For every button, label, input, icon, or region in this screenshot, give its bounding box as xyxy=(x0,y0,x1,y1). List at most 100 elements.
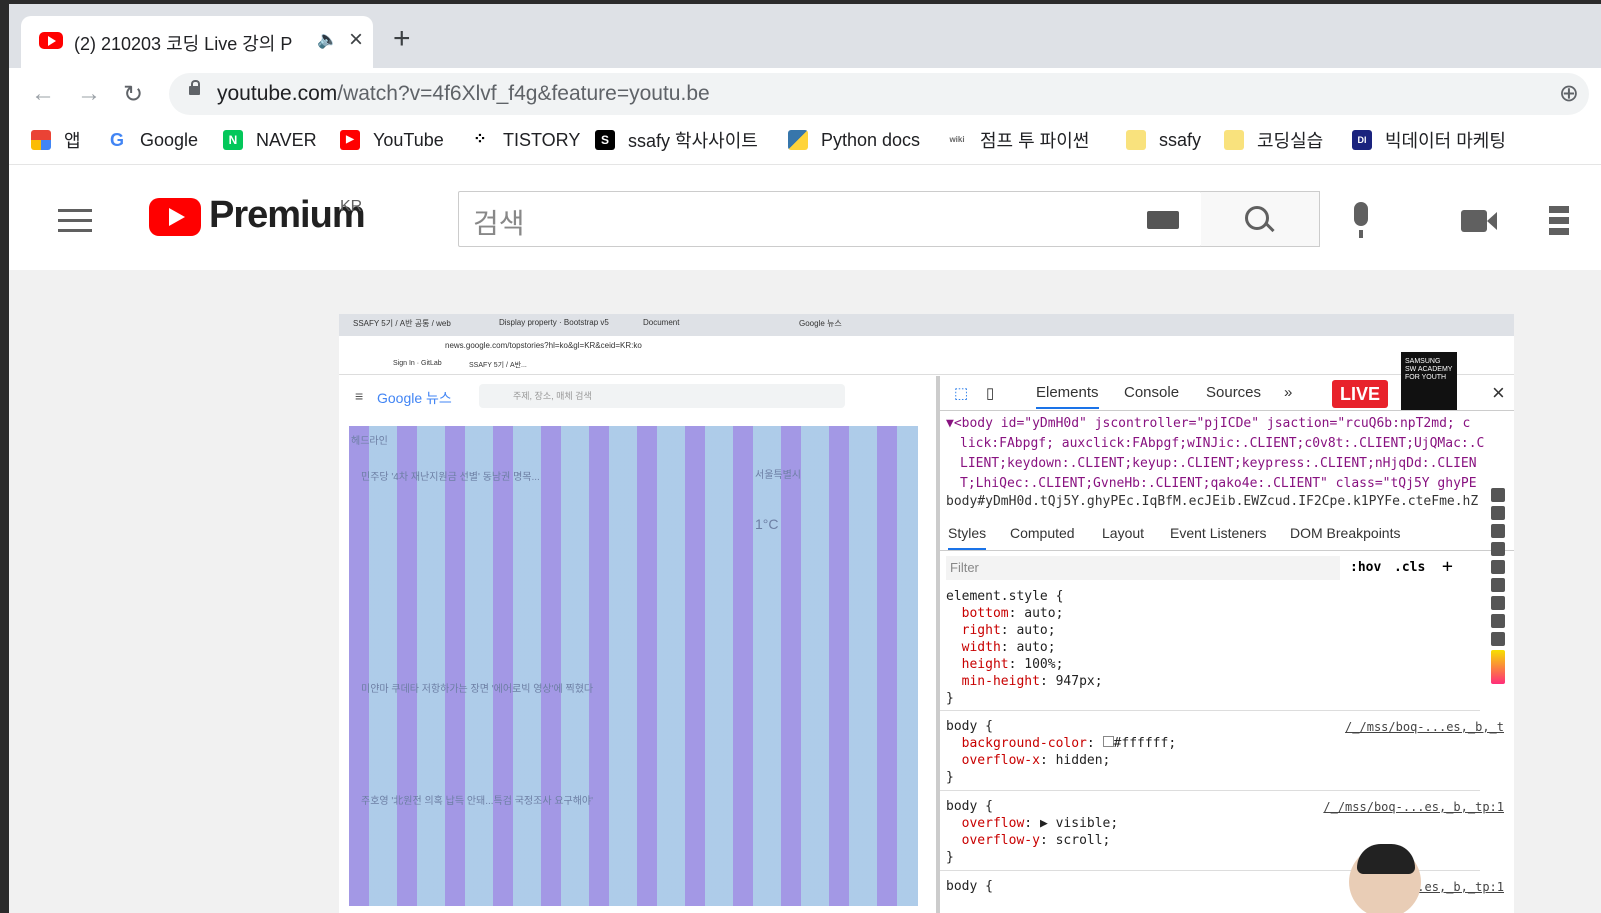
dom-line[interactable]: ▼<body id="yDmH0d" jscontroller="pjICDe"… xyxy=(946,414,1506,434)
video-player[interactable]: SSAFY 5기 / A반 공통 / web Display property … xyxy=(339,314,1514,913)
css-source-link[interactable]: /_/mss/boq-...es,_b,_tp:1 xyxy=(1323,800,1504,814)
pen-tool-icon[interactable] xyxy=(1491,488,1505,502)
tab-elements[interactable]: Elements xyxy=(1036,384,1099,409)
url-text[interactable]: youtube.com/watch?v=4f6Xlvf_f4g&feature=… xyxy=(217,82,710,106)
css-value: ▶ visible; xyxy=(1039,816,1119,831)
dom-line[interactable]: LIENT;keydown:.CLIENT;keyup:.CLIENT;keyp… xyxy=(946,454,1506,474)
css-value: hidden; xyxy=(1055,753,1111,768)
css-selector: body { xyxy=(946,719,993,734)
dom-line[interactable]: lick:FAbpgf; auxclick:FAbpgf;wINJic:.CLI… xyxy=(946,434,1506,454)
bookmark-apps[interactable]: 앱 xyxy=(31,126,81,154)
inner-tab: Document xyxy=(643,318,680,327)
undo-icon[interactable] xyxy=(1491,578,1505,592)
apps-icon[interactable] xyxy=(1549,206,1569,236)
bookmark-ssafy-haksa[interactable]: Sssafy 학사사이트 xyxy=(595,126,758,154)
forward-icon[interactable]: → xyxy=(77,80,101,108)
install-icon[interactable]: ⊕ xyxy=(1559,79,1579,108)
css-source-link[interactable]: /_/mss/boq-...es,_b,_t xyxy=(1345,720,1504,734)
active-tab[interactable]: (2) 210203 코딩 Live 강의 P 🔈 × xyxy=(21,16,373,68)
bookmark-label: ssafy 학사사이트 xyxy=(628,131,758,151)
dom-line[interactable]: T;LhiQec:.CLIENT;GvneHb:.CLIENT;qako4e:.… xyxy=(946,474,1506,494)
add-rule-icon[interactable]: + xyxy=(1442,556,1453,577)
bigdata-icon: DI xyxy=(1352,130,1372,150)
eraser-icon[interactable] xyxy=(1491,560,1505,574)
bookmark-label: TISTORY xyxy=(503,129,581,150)
youtube-icon: ▶ xyxy=(340,130,360,150)
speaker-icon[interactable]: 🔈 xyxy=(317,30,338,50)
tab-console[interactable]: Console xyxy=(1124,384,1179,401)
cursor-tool-icon[interactable] xyxy=(1491,506,1505,520)
bookmark-bigdata[interactable]: DI 빅데이터 마케팅 xyxy=(1352,126,1506,154)
youtube-logo-icon[interactable] xyxy=(149,198,201,236)
gnews-header: ≡ Google 뉴스 주제, 장소, 매체 검색 xyxy=(339,376,936,418)
bookmark-label: Google xyxy=(140,129,199,150)
bookmark-youtube[interactable]: ▶ YouTube xyxy=(340,126,444,154)
country-code: KR xyxy=(340,198,363,215)
css-prop: overflow-x xyxy=(961,753,1040,768)
bookmark-label: 빅데이터 마케팅 xyxy=(1385,131,1506,151)
reload-icon[interactable]: ↻ xyxy=(123,80,143,109)
css-prop: bottom xyxy=(961,606,1009,621)
gnews-menu-icon: ≡ xyxy=(355,388,364,404)
close-devtools-icon[interactable]: × xyxy=(1492,380,1505,406)
css-prop: overflow-y xyxy=(961,833,1040,848)
search-input[interactable]: 검색 xyxy=(458,191,1202,247)
tab-strip: (2) 210203 코딩 Live 강의 P 🔈 × + xyxy=(9,4,1601,68)
device-icon[interactable]: ▯ xyxy=(986,384,994,402)
address-bar[interactable]: youtube.com/watch?v=4f6Xlvf_f4g&feature=… xyxy=(169,73,1589,115)
tab-event-listeners[interactable]: Event Listeners xyxy=(1170,525,1267,541)
samsung-badge: SAMSUNG SW ACADEMY FOR YOUTH xyxy=(1401,352,1457,410)
gnews-headline: 미얀마 쿠데타 저항하가는 장면 '에어로빅 영상'에 찍혔다 xyxy=(361,684,594,695)
breadcrumb-text: body#yDmH0d.tQj5Y.ghyPEc.IqBfM.ecJEib.EW… xyxy=(946,494,1479,509)
inner-bookmark: Sign In · GitLab xyxy=(393,360,442,367)
apps-grid-icon xyxy=(31,130,51,150)
inner-tab: SSAFY 5기 / A반 공통 / web xyxy=(353,319,451,328)
tab-sources[interactable]: Sources xyxy=(1206,384,1261,401)
hov-toggle[interactable]: :hov xyxy=(1350,560,1381,575)
css-rule[interactable]: element.style { bottom: auto; right: aut… xyxy=(946,588,1103,707)
highlighter-icon[interactable] xyxy=(1491,524,1505,538)
google-icon: G xyxy=(107,130,127,150)
tab-computed[interactable]: Computed xyxy=(1010,525,1075,541)
color-swatch[interactable] xyxy=(1102,736,1114,747)
capture-icon[interactable] xyxy=(1491,614,1505,628)
close-tab-icon[interactable]: × xyxy=(349,26,363,54)
css-rule[interactable]: body { xyxy=(946,878,993,895)
inner-tab: Display property · Bootstrap v5 xyxy=(499,318,609,327)
folder-icon xyxy=(1126,130,1146,150)
css-rule[interactable]: body { background-color: #ffffff; overfl… xyxy=(946,718,1176,786)
more-tabs-icon[interactable]: » xyxy=(1284,384,1292,401)
bookmark-python-docs[interactable]: Python docs xyxy=(788,126,920,154)
dom-breadcrumb[interactable]: body#yDmH0d.tQj5Y.ghyPEc.IqBfM.ecJEib.EW… xyxy=(940,494,1514,516)
trash-icon[interactable] xyxy=(1491,596,1505,610)
bookmark-tistory[interactable]: ⁘ TISTORY xyxy=(470,126,580,154)
inspect-icon[interactable]: ⬚ xyxy=(954,384,968,402)
back-icon[interactable]: ← xyxy=(31,80,55,108)
inner-address-bar: news.google.com/topstories?hl=ko&gl=KR&c… xyxy=(339,336,1514,356)
copy-icon[interactable] xyxy=(1491,632,1505,646)
bookmark-folder-ssafy[interactable]: ssafy xyxy=(1126,126,1201,154)
bookmark-label: Python docs xyxy=(821,129,921,150)
cls-toggle[interactable]: .cls xyxy=(1394,560,1425,575)
bookmark-naver[interactable]: N NAVER xyxy=(223,126,317,154)
css-rule[interactable]: body { overflow: ▶ visible; overflow-y: … xyxy=(946,798,1118,866)
tab-dom-breakpoints[interactable]: DOM Breakpoints xyxy=(1290,525,1400,541)
styles-filter-input[interactable]: Filter xyxy=(946,556,1340,580)
color-palette-icon[interactable] xyxy=(1491,650,1505,684)
bookmark-google[interactable]: G Google xyxy=(107,126,198,154)
menu-icon[interactable] xyxy=(58,209,92,239)
lock-icon[interactable] xyxy=(189,80,200,95)
new-tab-icon[interactable]: + xyxy=(393,24,411,54)
tab-layout[interactable]: Layout xyxy=(1102,525,1144,541)
create-video-icon[interactable] xyxy=(1461,210,1497,232)
bookmark-folder-coding[interactable]: 코딩실습 xyxy=(1224,126,1323,154)
search-button[interactable] xyxy=(1201,191,1320,247)
rule-divider xyxy=(940,790,1480,791)
line-tool-icon[interactable] xyxy=(1491,542,1505,556)
gnews-section: 헤드라인 xyxy=(351,436,388,447)
tab-styles[interactable]: Styles xyxy=(948,525,987,550)
bookmark-jump-to-python[interactable]: wiki 점프 투 파이썬 xyxy=(947,126,1089,154)
css-value: auto; xyxy=(1016,640,1056,655)
keyboard-icon[interactable] xyxy=(1147,211,1179,229)
microphone-icon[interactable] xyxy=(1354,202,1368,238)
